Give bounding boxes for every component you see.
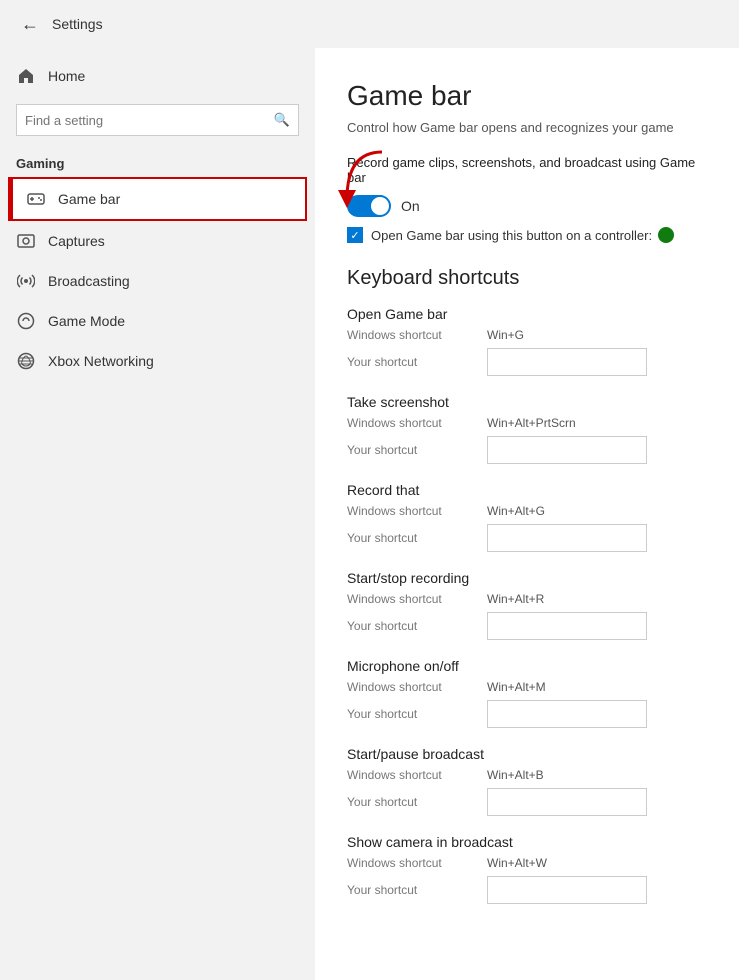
windows-shortcut-label: Windows shortcut <box>347 680 487 694</box>
shortcut-your-row: Your shortcut <box>347 436 707 464</box>
your-shortcut-label: Your shortcut <box>347 619 487 633</box>
search-icon: 🔍 <box>274 112 290 128</box>
windows-shortcut-label: Windows shortcut <box>347 328 487 342</box>
back-icon: ← <box>21 14 39 35</box>
xbox-networking-icon <box>16 351 36 371</box>
windows-shortcut-value: Win+Alt+W <box>487 856 547 870</box>
your-shortcut-label: Your shortcut <box>347 883 487 897</box>
your-shortcut-input[interactable] <box>487 348 647 376</box>
search-input[interactable] <box>25 113 274 128</box>
shortcut-windows-row: Windows shortcut Win+Alt+M <box>347 680 707 694</box>
shortcut-name: Open Game bar <box>347 306 707 322</box>
topbar-title: Settings <box>52 16 103 32</box>
toggle-label: On <box>401 198 420 214</box>
shortcut-group: Microphone on/off Windows shortcut Win+A… <box>347 658 707 728</box>
shortcut-name: Microphone on/off <box>347 658 707 674</box>
content-area: Game bar Control how Game bar opens and … <box>315 48 739 980</box>
sidebar-item-broadcasting[interactable]: Broadcasting <box>0 261 315 301</box>
sidebar-item-game-mode[interactable]: Game Mode <box>0 301 315 341</box>
your-shortcut-label: Your shortcut <box>347 355 487 369</box>
sidebar-item-label: Game bar <box>58 191 120 207</box>
shortcut-windows-row: Windows shortcut Win+Alt+R <box>347 592 707 606</box>
shortcut-name: Take screenshot <box>347 394 707 410</box>
shortcut-group: Record that Windows shortcut Win+Alt+G Y… <box>347 482 707 552</box>
sidebar-item-label: Broadcasting <box>48 273 130 289</box>
sidebar-section-title: Gaming <box>0 144 315 177</box>
gamebar-highlight: Game bar <box>8 177 307 221</box>
shortcut-your-row: Your shortcut <box>347 788 707 816</box>
your-shortcut-label: Your shortcut <box>347 795 487 809</box>
shortcut-your-row: Your shortcut <box>347 876 707 904</box>
windows-shortcut-value: Win+Alt+R <box>487 592 544 606</box>
shortcut-group: Take screenshot Windows shortcut Win+Alt… <box>347 394 707 464</box>
broadcasting-icon <box>16 271 36 291</box>
shortcut-windows-row: Windows shortcut Win+Alt+PrtScrn <box>347 416 707 430</box>
your-shortcut-label: Your shortcut <box>347 531 487 545</box>
controller-checkbox-row: Open Game bar using this button on a con… <box>347 227 707 243</box>
sidebar-item-xbox-networking[interactable]: Xbox Networking <box>0 341 315 381</box>
sidebar-item-label: Captures <box>48 233 105 249</box>
windows-shortcut-label: Windows shortcut <box>347 592 487 606</box>
windows-shortcut-value: Win+Alt+B <box>487 768 544 782</box>
xbox-icon <box>658 227 674 243</box>
back-button[interactable]: ← <box>16 10 44 38</box>
shortcut-windows-row: Windows shortcut Win+Alt+G <box>347 504 707 518</box>
windows-shortcut-label: Windows shortcut <box>347 856 487 870</box>
sidebar-home-label: Home <box>48 68 85 84</box>
sidebar-item-label: Xbox Networking <box>48 353 154 369</box>
windows-shortcut-value: Win+Alt+PrtScrn <box>487 416 576 430</box>
your-shortcut-input[interactable] <box>487 436 647 464</box>
your-shortcut-label: Your shortcut <box>347 707 487 721</box>
shortcut-name: Record that <box>347 482 707 498</box>
sidebar-item-captures[interactable]: Captures <box>0 221 315 261</box>
search-box[interactable]: 🔍 <box>16 104 299 136</box>
windows-shortcut-value: Win+G <box>487 328 524 342</box>
shortcut-name: Show camera in broadcast <box>347 834 707 850</box>
your-shortcut-input[interactable] <box>487 700 647 728</box>
windows-shortcut-value: Win+Alt+G <box>487 504 545 518</box>
your-shortcut-input[interactable] <box>487 524 647 552</box>
shortcut-group: Start/pause broadcast Windows shortcut W… <box>347 746 707 816</box>
shortcut-windows-row: Windows shortcut Win+G <box>347 328 707 342</box>
page-subtitle: Control how Game bar opens and recognize… <box>347 120 707 135</box>
windows-shortcut-label: Windows shortcut <box>347 504 487 518</box>
keyboard-shortcuts-title: Keyboard shortcuts <box>347 267 707 290</box>
shortcuts-container: Open Game bar Windows shortcut Win+G You… <box>347 306 707 904</box>
home-icon <box>16 66 36 86</box>
shortcut-group: Show camera in broadcast Windows shortcu… <box>347 834 707 904</box>
shortcut-windows-row: Windows shortcut Win+Alt+B <box>347 768 707 782</box>
shortcut-name: Start/pause broadcast <box>347 746 707 762</box>
windows-shortcut-label: Windows shortcut <box>347 768 487 782</box>
record-label: Record game clips, screenshots, and broa… <box>347 155 707 185</box>
toggle-switch[interactable] <box>347 195 391 217</box>
game-mode-icon <box>16 311 36 331</box>
page-title: Game bar <box>347 80 707 112</box>
shortcut-your-row: Your shortcut <box>347 700 707 728</box>
sidebar: Home 🔍 Gaming Game bar <box>0 48 315 980</box>
your-shortcut-input[interactable] <box>487 876 647 904</box>
windows-shortcut-label: Windows shortcut <box>347 416 487 430</box>
shortcut-your-row: Your shortcut <box>347 348 707 376</box>
controller-checkbox[interactable] <box>347 227 363 243</box>
shortcut-name: Start/stop recording <box>347 570 707 586</box>
your-shortcut-label: Your shortcut <box>347 443 487 457</box>
main-layout: Home 🔍 Gaming Game bar <box>0 48 739 980</box>
controller-label: Open Game bar using this button on a con… <box>371 228 652 243</box>
gamebar-icon <box>26 189 46 209</box>
shortcut-your-row: Your shortcut <box>347 524 707 552</box>
shortcut-your-row: Your shortcut <box>347 612 707 640</box>
shortcut-group: Start/stop recording Windows shortcut Wi… <box>347 570 707 640</box>
toggle-row: On <box>347 195 707 217</box>
windows-shortcut-value: Win+Alt+M <box>487 680 546 694</box>
shortcut-windows-row: Windows shortcut Win+Alt+W <box>347 856 707 870</box>
your-shortcut-input[interactable] <box>487 612 647 640</box>
sidebar-item-game-bar[interactable]: Game bar <box>10 179 305 219</box>
topbar: ← Settings <box>0 0 739 48</box>
your-shortcut-input[interactable] <box>487 788 647 816</box>
captures-icon <box>16 231 36 251</box>
sidebar-item-label: Game Mode <box>48 313 125 329</box>
sidebar-item-home[interactable]: Home <box>0 56 315 96</box>
shortcut-group: Open Game bar Windows shortcut Win+G You… <box>347 306 707 376</box>
